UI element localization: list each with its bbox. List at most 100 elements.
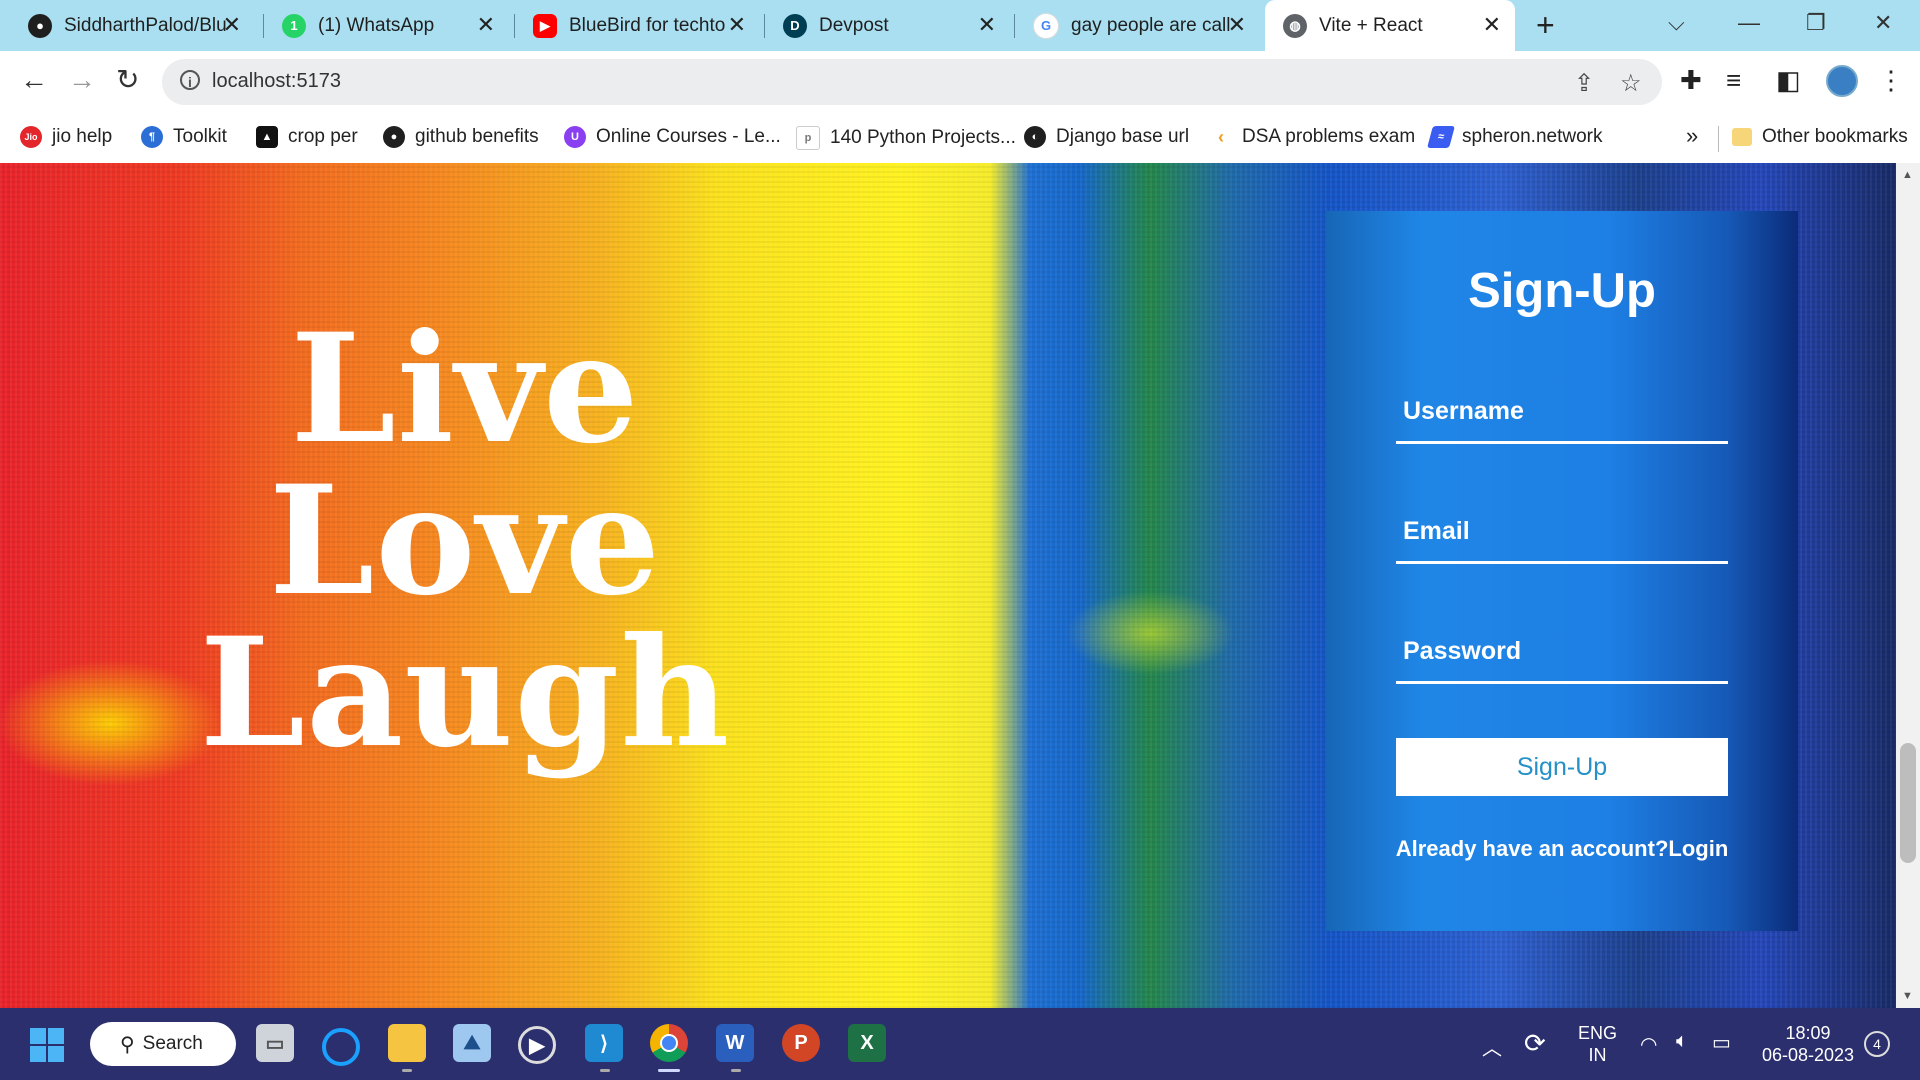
tab-title: (1) WhatsApp xyxy=(318,14,435,36)
signup-button[interactable]: Sign-Up xyxy=(1396,738,1728,796)
page-scrollbar[interactable]: ▲ ▼ xyxy=(1896,163,1920,1008)
taskbar-search[interactable]: ⚲ Search xyxy=(90,1022,236,1066)
bookmark-dsa-problems[interactable]: ‹ DSA problems exam xyxy=(1210,126,1415,148)
password-field xyxy=(1396,621,1728,684)
bookmark-label: Toolkit xyxy=(173,126,227,147)
bookmark-label: DSA problems exam xyxy=(1242,126,1416,147)
bookmark-django-base-url[interactable]: ◐ Django base url xyxy=(1024,126,1189,148)
other-bookmarks-folder[interactable]: Other bookmarks xyxy=(1732,126,1908,148)
forward-button[interactable]: → xyxy=(68,65,96,95)
username-input[interactable] xyxy=(1396,389,1728,433)
close-icon[interactable]: ✕ xyxy=(1228,14,1246,36)
close-icon[interactable]: ✕ xyxy=(1483,14,1501,36)
close-window-button[interactable]: ✕ xyxy=(1874,10,1892,36)
close-icon[interactable]: ✕ xyxy=(223,14,241,36)
crop-icon: ▲ xyxy=(256,126,278,148)
notification-badge[interactable]: 4 xyxy=(1864,1031,1890,1057)
bookmark-label: jio help xyxy=(52,126,113,147)
page-viewport: Live Love Laugh Sign-Up Sign-Up Already … xyxy=(0,163,1896,1008)
bookmark-jio-help[interactable]: Jio jio help xyxy=(20,126,112,148)
tab-whatsapp[interactable]: 1 (1) WhatsApp ✕ xyxy=(264,0,509,51)
system-clock[interactable]: 18:09 06-08-2023 xyxy=(1760,1022,1856,1066)
vscode-icon[interactable]: ⟩ xyxy=(585,1024,623,1062)
media-player-icon[interactable]: ▶ xyxy=(518,1026,556,1064)
battery-icon[interactable]: ▭ xyxy=(1712,1030,1731,1055)
tab-vite-react[interactable]: ◍ Vite + React ✕ xyxy=(1265,0,1515,51)
region-code: IN xyxy=(1588,1045,1607,1065)
bookmark-online-courses[interactable]: U Online Courses - Le... xyxy=(564,126,781,148)
volume-icon[interactable]: 🔈︎ xyxy=(1676,1030,1688,1053)
media-controls-icon[interactable]: ≡ xyxy=(1726,65,1741,95)
chrome-icon[interactable] xyxy=(650,1024,688,1062)
language-indicator[interactable]: ENG IN xyxy=(1578,1022,1617,1066)
tab-search-chevron-icon[interactable]: ⌵ xyxy=(1668,10,1685,36)
bookmark-label: Online Courses - Le... xyxy=(596,126,781,147)
bookmark-crop-per[interactable]: ▲ crop per xyxy=(256,126,358,148)
close-icon[interactable]: ✕ xyxy=(978,14,996,36)
address-bar[interactable]: i localhost:5173 ⇪ ☆ xyxy=(162,59,1662,105)
bookmark-label: Django base url xyxy=(1056,126,1190,147)
share-icon[interactable]: ⇪ xyxy=(1574,69,1594,98)
whatsapp-icon: 1 xyxy=(282,13,306,38)
tab-google-search[interactable]: G gay people are call ✕ xyxy=(1015,0,1260,51)
menu-kebab-icon[interactable]: ⋮ xyxy=(1878,65,1904,95)
windows-taskbar: ⚲ Search ▭ ⛰ ▶ ⟩ W P X ︿ ⟳ ENG IN ◠ 🔈︎ ▭… xyxy=(0,1008,1920,1080)
email-input[interactable] xyxy=(1396,509,1728,553)
login-link[interactable]: Login xyxy=(1668,836,1728,861)
windows-start-icon[interactable] xyxy=(30,1028,64,1062)
minimize-button[interactable]: — xyxy=(1738,10,1760,36)
devpost-icon: D xyxy=(783,13,807,38)
folder-icon[interactable] xyxy=(388,1024,426,1062)
excel-icon[interactable]: X xyxy=(848,1024,886,1062)
bookmark-label: crop per xyxy=(288,126,358,147)
more-bookmarks-button[interactable]: » xyxy=(1686,123,1698,149)
restore-button[interactable]: ❐ xyxy=(1806,10,1826,36)
bookmark-github-benefits[interactable]: ● github benefits xyxy=(383,126,539,148)
app-running-indicator xyxy=(600,1069,610,1072)
show-hidden-icons-chevron-icon[interactable]: ︿ xyxy=(1482,1032,1502,1061)
cortana-icon[interactable] xyxy=(322,1028,360,1066)
dsa-icon: ‹ xyxy=(1210,126,1232,148)
wifi-icon[interactable]: ◠ xyxy=(1640,1032,1657,1057)
close-icon[interactable]: ✕ xyxy=(728,14,746,36)
scroll-down-arrow-icon[interactable]: ▼ xyxy=(1902,990,1913,1002)
side-panel-icon[interactable]: ◧ xyxy=(1776,65,1801,95)
tab-devpost[interactable]: D Devpost ✕ xyxy=(765,0,1010,51)
login-prompt-text: Already have an account? xyxy=(1395,836,1669,861)
new-tab-button[interactable]: + xyxy=(1536,9,1555,41)
bookmark-python-projects[interactable]: p 140 Python Projects... xyxy=(796,126,1016,150)
bookmark-label: Other bookmarks xyxy=(1762,126,1908,147)
sync-icon[interactable]: ⟳ xyxy=(1524,1028,1546,1059)
reload-button[interactable]: ↻ xyxy=(116,65,139,95)
tab-youtube[interactable]: ▶ BlueBird for techto ✕ xyxy=(515,0,760,51)
close-icon[interactable]: ✕ xyxy=(477,14,495,36)
photos-icon[interactable]: ⛰ xyxy=(453,1024,491,1062)
profile-avatar[interactable] xyxy=(1826,65,1858,97)
jio-icon: Jio xyxy=(20,126,42,148)
scrollbar-thumb[interactable] xyxy=(1900,743,1916,863)
bookmark-label: spheron.network xyxy=(1462,126,1603,147)
tab-title: Devpost xyxy=(819,14,889,36)
tab-github[interactable]: ● SiddharthPalod/Blu ✕ xyxy=(10,0,255,51)
scroll-up-arrow-icon[interactable]: ▲ xyxy=(1902,169,1913,181)
powerpoint-icon[interactable]: P xyxy=(782,1024,820,1062)
password-input[interactable] xyxy=(1396,629,1728,673)
search-label: Search xyxy=(142,1033,203,1054)
bookmark-spheron-network[interactable]: ≈ spheron.network xyxy=(1427,126,1603,148)
toolkit-icon: ¶ xyxy=(141,126,163,148)
file-explorer-icon[interactable]: ▭ xyxy=(256,1024,294,1062)
bookmarks-bar: Jio jio help ¶ Toolkit ▲ crop per ● gith… xyxy=(0,114,1920,163)
folder-icon xyxy=(1732,128,1752,146)
extensions-puzzle-icon[interactable]: ✚ xyxy=(1680,65,1702,95)
word-icon[interactable]: W xyxy=(716,1024,754,1062)
login-prompt: Already have an account?Login xyxy=(1326,836,1798,862)
hero-heading: Live Love Laugh xyxy=(180,313,750,769)
bookmark-star-icon[interactable]: ☆ xyxy=(1620,69,1642,98)
bookmark-toolkit[interactable]: ¶ Toolkit xyxy=(141,126,227,148)
clock-date: 06-08-2023 xyxy=(1761,1045,1855,1065)
signup-form: Sign-Up Sign-Up Already have an account?… xyxy=(1326,211,1798,931)
url-text[interactable]: localhost:5173 xyxy=(212,70,341,93)
site-info-icon[interactable]: i xyxy=(180,70,200,90)
back-button[interactable]: ← xyxy=(20,65,48,95)
email-field xyxy=(1396,501,1728,564)
